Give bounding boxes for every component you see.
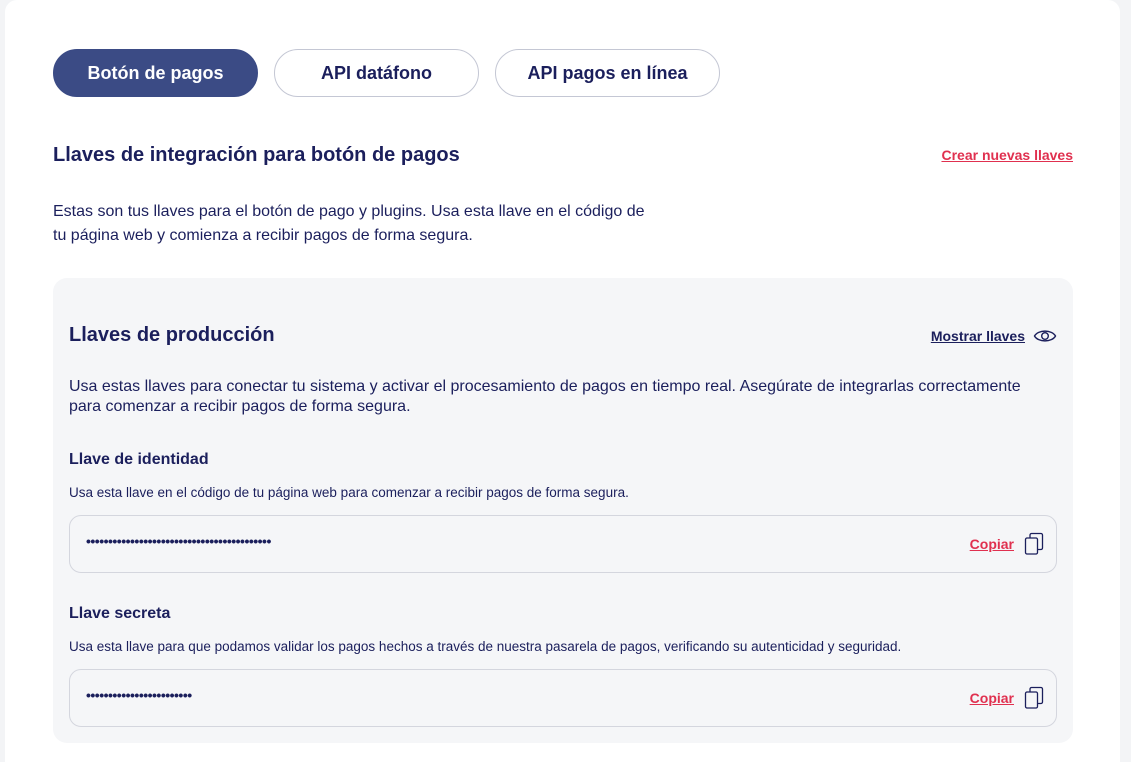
identity-key-value: ••••••••••••••••••••••••••••••••••••••••… [86,533,271,549]
secret-key-field[interactable]: •••••••••••••••••••••••• Copiar [69,669,1057,727]
tab-boton-de-pagos[interactable]: Botón de pagos [53,49,258,97]
copy-icon [1024,532,1044,556]
copy-label: Copiar [969,536,1014,552]
section-description: Estas son tus llaves para el botón de pa… [53,203,645,244]
keys-card: Botón de pagos API datáfono API pagos en… [5,0,1120,762]
tab-api-pagos-en-linea[interactable]: API pagos en línea [495,49,720,97]
copy-label: Copiar [969,690,1014,706]
production-keys-panel: Llaves de producción Mostrar llaves Usa … [53,278,1073,743]
create-new-keys-link[interactable]: Crear nuevas llaves [941,147,1073,163]
panel-title: Llaves de producción [69,324,275,346]
secret-key-help: Usa esta llave para que podamos validar … [69,639,902,654]
secret-key-label: Llave secreta [69,605,171,622]
identity-key-help: Usa esta llave en el código de tu página… [69,485,629,500]
eye-icon [1033,326,1057,346]
product-tabs: Botón de pagos API datáfono API pagos en… [53,49,720,97]
copy-identity-key-button[interactable]: Copiar [970,532,1044,556]
show-keys-button[interactable]: Mostrar llaves [931,326,1057,346]
tab-api-datafono[interactable]: API datáfono [274,49,479,97]
panel-description: Usa estas llaves para conectar tu sistem… [69,378,1021,415]
show-keys-label: Mostrar llaves [930,328,1025,344]
identity-key-label: Llave de identidad [69,451,209,468]
section-title: Llaves de integración para botón de pago… [53,144,460,166]
identity-key-field[interactable]: ••••••••••••••••••••••••••••••••••••••••… [69,515,1057,573]
secret-key-value: •••••••••••••••••••••••• [86,687,192,703]
copy-icon [1024,686,1044,710]
copy-secret-key-button[interactable]: Copiar [970,686,1044,710]
